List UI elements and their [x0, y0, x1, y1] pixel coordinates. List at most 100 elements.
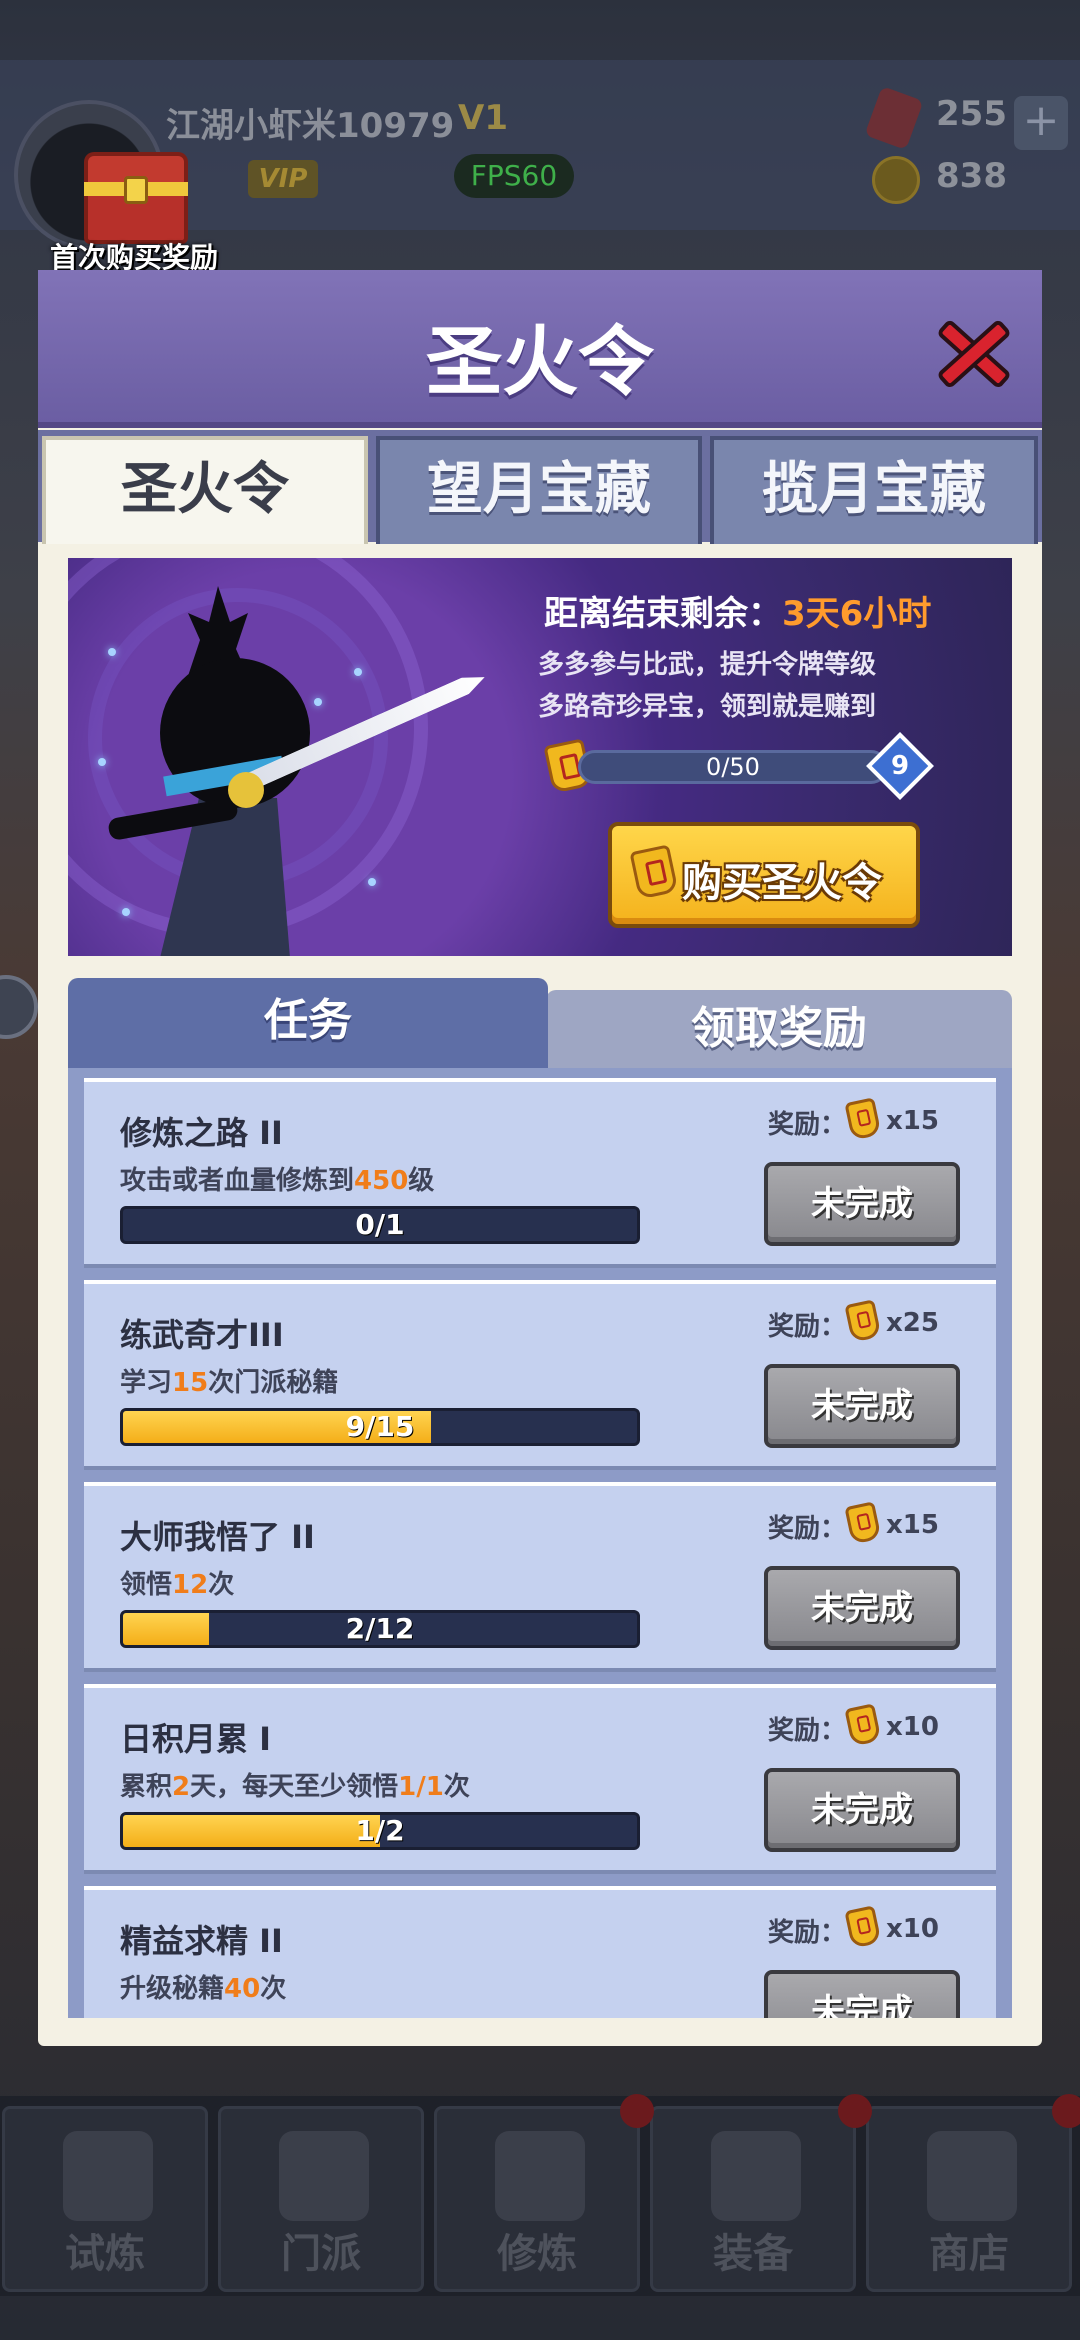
- nav-label: 装备: [713, 2231, 793, 2277]
- notification-dot: [838, 2094, 872, 2128]
- buy-holy-fire-token-button[interactable]: 购买圣火令: [608, 822, 920, 928]
- task-progress-text: 2/12: [345, 1612, 415, 1645]
- task-description: 学习15次门派秘籍: [120, 1368, 339, 1398]
- first-purchase-reward[interactable]: 首次购买奖励: [40, 140, 240, 280]
- tab-embrace-moon-treasure[interactable]: 揽月宝藏: [710, 436, 1038, 544]
- task-row: 日积月累 I 累积2天，每天至少领悟1/1次 1/2 奖励： x10 未完成: [84, 1684, 996, 1874]
- task-progress-bar: 2/12: [120, 1610, 640, 1648]
- treasure-chest-icon: [84, 152, 188, 244]
- nav-item-trial[interactable]: 试炼: [2, 2106, 208, 2292]
- token-level-progress-bar: 0/50: [578, 750, 888, 784]
- dialog-header: 圣火令: [38, 270, 1042, 428]
- nav-label: 修炼: [497, 2231, 577, 2277]
- task-row: 修炼之路 II 攻击或者血量修炼到450级 0/1 奖励： x15 未完成: [84, 1078, 996, 1268]
- reward-quantity: x10: [886, 1914, 939, 1944]
- reward-token: [844, 1703, 882, 1747]
- gem-amount: 255: [936, 94, 1007, 134]
- holy-fire-token-dialog: 圣火令 圣火令 望月宝藏 揽月宝藏 距离结束剩余：3天6小时 多多参与比武，提升…: [38, 270, 1042, 2046]
- token-icon: [844, 1501, 882, 1545]
- task-status-button[interactable]: 未完成: [764, 1364, 960, 1448]
- task-progress-text: 0/1: [355, 1208, 405, 1241]
- nav-item-shop[interactable]: 商店: [866, 2106, 1072, 2292]
- task-progress-bar: 9/15: [120, 1408, 640, 1446]
- reward-label: 奖励：: [768, 1110, 847, 1140]
- reward-label: 奖励：: [768, 1514, 847, 1544]
- nav-label: 门派: [281, 2231, 361, 2277]
- task-list[interactable]: 修炼之路 II 攻击或者血量修炼到450级 0/1 奖励： x15 未完成 练武…: [68, 1068, 1012, 2018]
- task-row: 大师我悟了 II 领悟12次 2/12 奖励： x15 未完成: [84, 1482, 996, 1672]
- fps-counter: FPS60: [454, 154, 574, 198]
- task-name: 精益求精 II: [120, 1922, 283, 1960]
- nav-item-sect[interactable]: 门派: [218, 2106, 424, 2292]
- reward-quantity: x15: [886, 1106, 939, 1136]
- task-status-button[interactable]: 未完成: [764, 1768, 960, 1852]
- countdown-value: 3天6小时: [782, 594, 932, 634]
- task-description: 升级秘籍40次: [120, 1974, 287, 2004]
- gem-icon: [864, 86, 924, 150]
- dialog-title: 圣火令: [426, 317, 654, 406]
- task-progress-bar: 0/1: [120, 1206, 640, 1244]
- tab-holy-fire-token[interactable]: 圣火令: [42, 436, 368, 544]
- vip-level: V1: [458, 98, 508, 138]
- add-gems-button[interactable]: +: [1014, 96, 1068, 150]
- reward-token: [844, 1501, 882, 1545]
- banner-line-1: 多多参与比武，提升令牌等级: [538, 650, 877, 680]
- task-name: 大师我悟了 II: [120, 1518, 315, 1556]
- reward-quantity: x15: [886, 1510, 939, 1540]
- token-icon: [629, 844, 679, 900]
- vip-badge[interactable]: VIP: [248, 160, 318, 198]
- task-description: 累积2天，每天至少领悟1/1次: [120, 1772, 470, 1802]
- token-icon: [844, 1097, 882, 1141]
- level-gem-icon: 9: [866, 732, 934, 800]
- nav-label: 试炼: [65, 2231, 145, 2277]
- task-description: 攻击或者血量修炼到450级: [120, 1166, 435, 1196]
- nav-label: 商店: [929, 2231, 1009, 2277]
- tab-claim-rewards[interactable]: 领取奖励: [546, 990, 1012, 1068]
- task-progress-bar: 1/2: [120, 1812, 640, 1850]
- shop-icon: [927, 2131, 1017, 2221]
- token-progress-text: 0/50: [706, 753, 760, 781]
- coin-icon: [872, 156, 920, 204]
- task-progress-text: 9/15: [345, 1410, 415, 1443]
- task-status-button[interactable]: 未完成: [764, 1162, 960, 1246]
- token-icon: [844, 1299, 882, 1343]
- nav-item-equipment[interactable]: 装备: [650, 2106, 856, 2292]
- reward-label: 奖励：: [768, 1918, 847, 1948]
- task-status-button[interactable]: 未完成: [764, 1970, 960, 2018]
- ninja-icon: [63, 2131, 153, 2221]
- countdown-text: 距离结束剩余：3天6小时: [544, 594, 932, 634]
- reward-token: [844, 1097, 882, 1141]
- token-icon: [844, 1905, 882, 1949]
- coin-amount: 838: [936, 156, 1007, 196]
- bottom-navigation: 试炼 门派 修炼 装备 商店: [0, 2096, 1080, 2296]
- reward-quantity: x10: [886, 1712, 939, 1742]
- tab-moon-treasure[interactable]: 望月宝藏: [376, 436, 702, 544]
- reward-label: 奖励：: [768, 1716, 847, 1746]
- task-row: 练武奇才III 学习15次门派秘籍 9/15 奖励： x25 未完成: [84, 1280, 996, 1470]
- season-banner: 距离结束剩余：3天6小时 多多参与比武，提升令牌等级 多路奇珍异宝，领到就是赚到…: [68, 558, 1012, 956]
- close-button[interactable]: [926, 308, 1018, 400]
- coin-counter: 838: [872, 152, 1072, 208]
- task-row: 精益求精 II 升级秘籍40次 奖励： x10 未完成: [84, 1886, 996, 2018]
- temple-icon: [279, 2131, 369, 2221]
- task-status-button[interactable]: 未完成: [764, 1566, 960, 1650]
- token-icon: [844, 1703, 882, 1747]
- dialog-tabs: 圣火令 望月宝藏 揽月宝藏: [38, 430, 1042, 544]
- task-description: 领悟12次: [120, 1570, 235, 1600]
- nav-item-cultivate[interactable]: 修炼: [434, 2106, 640, 2292]
- task-name: 日积月累 I: [120, 1720, 272, 1758]
- book-icon: [495, 2131, 585, 2221]
- reward-token: [844, 1905, 882, 1949]
- notification-dot: [1052, 2094, 1080, 2128]
- banner-line-2: 多路奇珍异宝，领到就是赚到: [538, 692, 877, 722]
- task-name: 练武奇才III: [120, 1316, 284, 1354]
- reward-label: 奖励：: [768, 1312, 847, 1342]
- token-level: 9: [890, 751, 910, 781]
- reward-token: [844, 1299, 882, 1343]
- reward-quantity: x25: [886, 1308, 939, 1338]
- sword-icon: [711, 2131, 801, 2221]
- notification-dot: [620, 2094, 654, 2128]
- tab-tasks[interactable]: 任务: [68, 978, 548, 1068]
- task-progress-text: 1/2: [355, 1814, 405, 1847]
- task-name: 修炼之路 II: [120, 1114, 283, 1152]
